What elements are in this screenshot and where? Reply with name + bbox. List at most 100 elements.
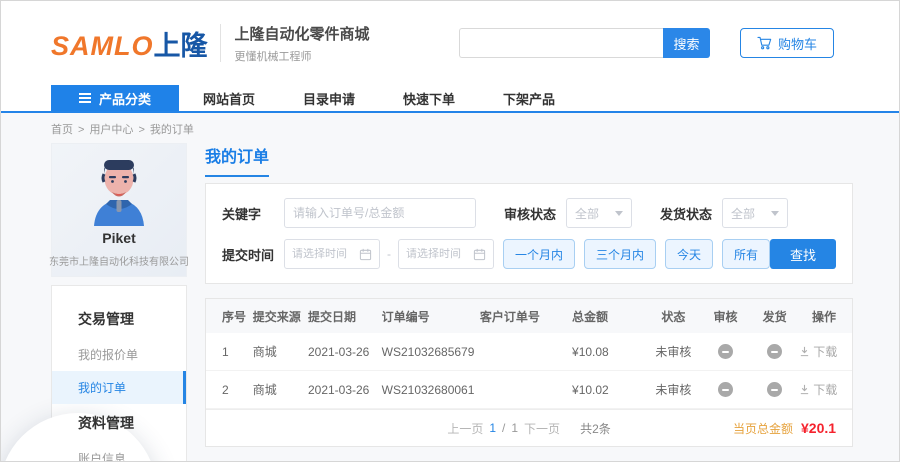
chevron-down-icon — [615, 210, 624, 216]
cell-date: 2021-03-26 — [307, 344, 370, 359]
cell-index: 2 — [222, 382, 229, 397]
record-count: 共2条 — [580, 421, 611, 436]
cart-icon — [757, 36, 772, 50]
cell-status: 未审核 — [655, 345, 692, 359]
site-header: SAMLO上隆 上隆自动化零件商城 更懂机械工程师 搜索 购物车 — [1, 1, 899, 85]
page-separator: / — [502, 421, 506, 435]
keyword-label: 关键字 — [222, 206, 262, 222]
cell-source: 商城 — [252, 345, 277, 359]
page-total-value: ¥20.1 — [801, 420, 837, 436]
ship-status-select[interactable]: 全部 — [722, 198, 789, 228]
audit-minus-icon — [718, 344, 734, 360]
col-date: 提交日期 — [307, 309, 356, 324]
audit-status-label: 审核状态 — [504, 206, 557, 222]
nav-item-discontinued[interactable]: 下架产品 — [503, 89, 555, 108]
col-customer-no: 客户订单号 — [479, 309, 540, 324]
breadcrumb: 首页 > 用户中心 > 我的订单 — [51, 113, 837, 143]
date-start-input[interactable] — [292, 248, 354, 260]
date-start-input-wrap — [284, 239, 380, 269]
audit-status-value: 全部 — [575, 206, 600, 221]
site-tagline: 上隆自动化零件商城 更懂机械工程师 — [235, 23, 370, 64]
hamburger-icon — [78, 93, 91, 103]
search-input[interactable] — [458, 28, 663, 58]
audit-status-select[interactable]: 全部 — [566, 198, 633, 228]
cell-source: 商城 — [252, 383, 277, 397]
catalog-button[interactable]: 产品分类 — [51, 85, 179, 111]
col-source: 提交来源 — [252, 309, 301, 324]
sidebar-menu: 交易管理 我的报价单 我的订单 资料管理 账户信息 地址管理 — [51, 285, 187, 461]
breadcrumb-separator: > — [78, 124, 85, 136]
pagination: 上一页 1 / 1 下一页 共2条 — [447, 420, 610, 437]
ship-minus-icon — [767, 382, 783, 398]
search-group: 搜索 — [458, 28, 710, 58]
menu-section-trade: 交易管理 — [78, 311, 134, 327]
orders-table: 序号 提交来源 提交日期 订单编号 客户订单号 总金额 状态 审核 发货 操作 … — [205, 298, 854, 447]
total-pages: 1 — [511, 421, 519, 435]
table-header: 序号 提交来源 提交日期 订单编号 客户订单号 总金额 状态 审核 发货 操作 — [206, 299, 853, 333]
nav-item-quick-order[interactable]: 快速下单 — [403, 89, 455, 108]
col-audit: 审核 — [713, 309, 738, 324]
next-page-button[interactable]: 下一页 — [524, 420, 560, 437]
quick-filter-all[interactable]: 所有 — [722, 239, 771, 269]
menu-section-profile: 资料管理 — [78, 415, 134, 431]
breadcrumb-user-center[interactable]: 用户中心 — [89, 124, 133, 136]
quick-filter-three-months[interactable]: 三个月内 — [584, 239, 657, 269]
main-nav: 产品分类 网站首页 目录申请 快速下单 下架产品 — [1, 85, 899, 113]
keyword-input[interactable] — [293, 206, 467, 220]
cart-button[interactable]: 购物车 — [739, 28, 834, 58]
download-icon — [801, 384, 809, 395]
user-company: 东莞市上隆自动化科技有限公司 — [49, 257, 189, 268]
tagline-main: 上隆自动化零件商城 — [234, 25, 370, 43]
cart-label: 购物车 — [777, 36, 817, 52]
date-end-input[interactable] — [406, 248, 468, 260]
user-card: Piket 东莞市上隆自动化科技有限公司 — [49, 143, 189, 277]
col-status: 状态 — [661, 309, 686, 324]
download-link[interactable]: 下载 — [799, 381, 837, 398]
content-area: 首页 > 用户中心 > 我的订单 Piket 东莞市上隆自动化科技有限公司 交易… — [1, 113, 899, 461]
ship-status-label: 发货状态 — [660, 206, 713, 222]
search-button[interactable]: 搜索 — [662, 28, 710, 58]
cell-amount: ¥10.02 — [572, 382, 609, 397]
current-page: 1 — [489, 421, 497, 435]
brand-logo-cn: 上隆 — [153, 30, 208, 61]
sidebar-item-my-orders[interactable]: 我的订单 — [52, 371, 186, 404]
nav-item-catalog-apply[interactable]: 目录申请 — [303, 89, 355, 108]
breadcrumb-home[interactable]: 首页 — [51, 124, 73, 136]
cell-amount: ¥10.08 — [572, 344, 609, 359]
col-action: 操作 — [812, 309, 837, 324]
main-panel: 我的订单 关键字 审核状态 全部 发货状态 — [205, 143, 854, 447]
logo-divider — [219, 24, 221, 62]
calendar-icon — [359, 248, 372, 260]
page-title: 我的订单 — [205, 143, 270, 177]
sidebar-item-account-info[interactable]: 账户信息 — [52, 442, 186, 461]
find-button[interactable]: 查找 — [770, 239, 837, 269]
order-page: SAMLO上隆 上隆自动化零件商城 更懂机械工程师 搜索 购物车 产品分类 网站… — [0, 0, 900, 462]
sidebar: Piket 东莞市上隆自动化科技有限公司 交易管理 我的报价单 我的订单 资料管… — [49, 143, 189, 461]
download-icon — [801, 346, 809, 357]
ship-status-value: 全部 — [731, 206, 756, 221]
brand-logo[interactable]: SAMLO上隆 — [51, 24, 208, 63]
col-order-no: 订单编号 — [381, 309, 430, 324]
nav-item-home[interactable]: 网站首页 — [203, 89, 255, 108]
quick-filter-one-month[interactable]: 一个月内 — [503, 239, 576, 269]
download-link[interactable]: 下载 — [799, 343, 837, 360]
table-row: 2 商城 2021-03-26 WS21032680061 ¥10.02 未审核… — [206, 371, 853, 409]
catalog-label: 产品分类 — [98, 91, 151, 107]
page-total: 当页总金额 ¥20.1 — [733, 420, 836, 437]
chevron-down-icon — [771, 210, 780, 216]
user-name: Piket — [102, 230, 136, 246]
nav-links: 网站首页 目录申请 快速下单 下架产品 — [203, 85, 555, 111]
cell-order-no: WS21032685679 — [381, 344, 475, 359]
tagline-sub: 更懂机械工程师 — [234, 50, 312, 63]
date-range-separator: - — [387, 247, 391, 261]
table-footer: 上一页 1 / 1 下一页 共2条 当页总金额 ¥20.1 — [206, 409, 853, 446]
audit-minus-icon — [718, 382, 734, 398]
submit-time-label: 提交时间 — [222, 247, 275, 263]
col-index: 序号 — [222, 309, 247, 324]
filter-panel: 关键字 审核状态 全部 发货状态 全部 — [205, 183, 854, 284]
quick-filter-today[interactable]: 今天 — [665, 239, 714, 269]
breadcrumb-separator: > — [138, 124, 145, 136]
cell-date: 2021-03-26 — [307, 382, 370, 397]
prev-page-button[interactable]: 上一页 — [447, 420, 483, 437]
sidebar-item-my-quotes[interactable]: 我的报价单 — [52, 338, 186, 371]
